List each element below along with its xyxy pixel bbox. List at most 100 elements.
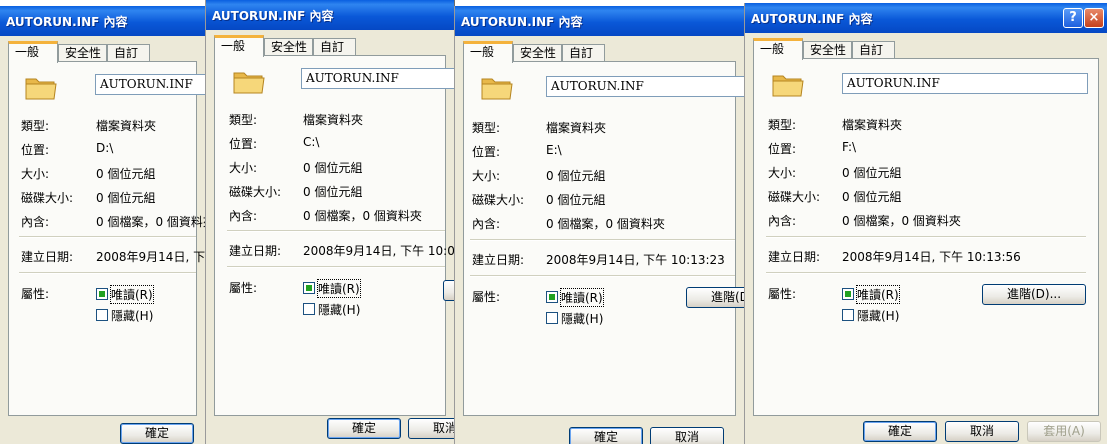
window-title: AUTORUN.INF 內容 [461, 15, 583, 29]
general-page: AUTORUN.INF 類型: 檔案資料夾 位置: F:\ 大小: 0 個位元組… [753, 58, 1099, 416]
window-title: AUTORUN.INF 內容 [6, 15, 128, 29]
readonly-label[interactable]: 唯讀(R) [110, 285, 154, 304]
general-page: AUTORUN.INF 類型: 檔案資料夾 位置: D:\ 大小: 0 個位元組… [8, 61, 205, 416]
ok-button[interactable]: 確定 [327, 418, 401, 439]
ok-button[interactable]: 確定 [863, 421, 937, 442]
separator [227, 230, 445, 232]
size-label: 大小: [472, 169, 501, 183]
readonly-label[interactable]: 唯讀(R) [560, 288, 604, 307]
location-label: 位置: [229, 137, 258, 151]
attributes-label: 屬性: [21, 287, 50, 301]
separator [19, 236, 196, 238]
size-on-disk-label: 磁碟大小: [229, 185, 282, 199]
name-field[interactable]: AUTORUN.INF [95, 74, 205, 95]
window-title: AUTORUN.INF 內容 [212, 9, 334, 23]
name-field[interactable]: AUTORUN.INF [546, 76, 744, 97]
properties-window-c: AUTORUN.INF 內容 一般 安全性 自訂 AUTORUN.INF 類型:… [206, 0, 454, 444]
properties-window-e: AUTORUN.INF 內容 一般 安全性 自訂 AUTORUN.INF 類型:… [455, 6, 744, 444]
name-field[interactable]: AUTORUN.INF [842, 73, 1088, 94]
size-on-disk-label: 磁碟大小: [768, 190, 821, 204]
location-value: D:\ [96, 141, 114, 155]
hidden-label[interactable]: 隱藏(H) [561, 310, 603, 327]
readonly-checkbox[interactable] [842, 288, 854, 300]
properties-window-d: AUTORUN.INF 內容 一般 安全性 自訂 AUTORUN.INF 類型:… [0, 6, 205, 444]
readonly-checkbox[interactable] [303, 282, 315, 294]
type-value: 檔案資料夾 [303, 113, 364, 127]
attributes-label: 屬性: [472, 290, 501, 304]
size-label: 大小: [21, 167, 50, 181]
size-label: 大小: [768, 166, 797, 180]
location-label: 位置: [472, 145, 501, 159]
tab-general[interactable]: 一般 [753, 38, 803, 60]
type-value: 檔案資料夾 [842, 118, 903, 132]
type-value: 檔案資料夾 [96, 119, 157, 133]
contains-value: 0 個檔案，0 個資料夾 [303, 209, 422, 223]
title-bar[interactable]: AUTORUN.INF 內容 ? × [745, 3, 1107, 33]
folder-icon [772, 75, 804, 97]
folder-icon [233, 72, 265, 94]
size-on-disk-label: 磁碟大小: [472, 193, 525, 207]
readonly-label[interactable]: 唯讀(R) [317, 279, 361, 298]
contains-label: 內含: [472, 217, 501, 231]
tab-customize[interactable]: 自訂 [852, 41, 895, 59]
hidden-label[interactable]: 隱藏(H) [857, 307, 899, 324]
tab-security[interactable]: 安全性 [513, 44, 562, 62]
advanced-button[interactable]: 進階(D)... [982, 284, 1086, 305]
ok-button[interactable]: 確定 [120, 423, 194, 444]
hidden-checkbox[interactable] [96, 309, 108, 321]
tab-general[interactable]: 一般 [463, 41, 513, 63]
close-icon[interactable]: × [1084, 8, 1104, 28]
apply-button[interactable]: 套用(A) [1027, 421, 1101, 442]
window-title: AUTORUN.INF 內容 [751, 12, 873, 26]
hidden-checkbox[interactable] [303, 303, 315, 315]
size-on-disk-value: 0 個位元組 [842, 190, 902, 204]
tab-security[interactable]: 安全性 [803, 41, 852, 59]
type-label: 類型: [768, 118, 797, 132]
separator [766, 236, 1086, 238]
tab-security[interactable]: 安全性 [264, 38, 313, 56]
created-label: 建立日期: [472, 253, 525, 267]
readonly-label[interactable]: 唯讀(R) [856, 285, 900, 304]
cancel-button[interactable]: 取消 [650, 427, 724, 444]
tab-customize[interactable]: 自訂 [313, 38, 356, 56]
readonly-checkbox[interactable] [96, 288, 108, 300]
created-value: 2008年9月14日, 下午 10:13:56 [842, 250, 1021, 264]
ok-button[interactable]: 確定 [569, 427, 643, 444]
title-bar[interactable]: AUTORUN.INF 內容 [206, 0, 454, 30]
hidden-label[interactable]: 隱藏(H) [318, 301, 360, 318]
cancel-button[interactable]: 取消 [945, 421, 1019, 442]
hidden-label[interactable]: 隱藏(H) [111, 307, 153, 324]
size-on-disk-value: 0 個位元組 [303, 185, 363, 199]
tab-general[interactable]: 一般 [8, 41, 58, 63]
hidden-checkbox[interactable] [842, 309, 854, 321]
tab-security[interactable]: 安全性 [58, 44, 107, 62]
tab-general[interactable]: 一般 [214, 35, 264, 57]
help-icon[interactable]: ? [1063, 8, 1083, 28]
size-value: 0 個位元組 [96, 167, 156, 181]
type-label: 類型: [21, 119, 50, 133]
advanced-button[interactable]: 進階(D)... [686, 287, 744, 308]
general-page: AUTORUN.INF 類型: 檔案資料夾 位置: C:\ 大小: 0 個位元組… [214, 55, 454, 416]
location-label: 位置: [21, 143, 50, 157]
attributes-label: 屬性: [768, 287, 797, 301]
tab-customize[interactable]: 自訂 [562, 44, 605, 62]
name-field[interactable]: AUTORUN.INF [301, 68, 454, 89]
created-value: 2008年9月14日, 下午 10:13:23 [546, 253, 725, 267]
location-value: C:\ [303, 135, 320, 149]
location-value: F:\ [842, 140, 857, 154]
readonly-checkbox[interactable] [546, 291, 558, 303]
type-label: 類型: [472, 121, 501, 135]
size-value: 0 個位元組 [303, 161, 363, 175]
created-value: 2008年9月14日, 下午 [96, 250, 205, 264]
type-value: 檔案資料夾 [546, 121, 607, 135]
cancel-button[interactable]: 取消 [408, 418, 454, 439]
location-value: E:\ [546, 143, 562, 157]
title-bar[interactable]: AUTORUN.INF 內容 [0, 6, 205, 36]
hidden-checkbox[interactable] [546, 312, 558, 324]
title-bar[interactable]: AUTORUN.INF 內容 [455, 6, 744, 36]
tab-customize[interactable]: 自訂 [107, 44, 150, 62]
size-on-disk-value: 0 個位元組 [546, 193, 606, 207]
separator [470, 275, 735, 277]
folder-icon [481, 78, 513, 100]
advanced-button[interactable] [443, 280, 454, 301]
